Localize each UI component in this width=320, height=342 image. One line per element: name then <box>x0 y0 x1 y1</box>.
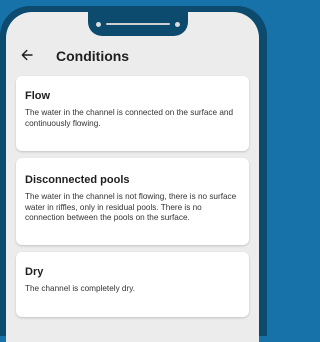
app-bar: Conditions <box>6 40 259 76</box>
condition-description: The water in the channel is connected on… <box>25 108 234 128</box>
condition-card-flow[interactable]: Flow The water in the channel is connect… <box>16 76 249 151</box>
arrow-left-icon <box>21 48 33 66</box>
condition-title: Dry <box>25 266 44 278</box>
page-title: Conditions <box>56 48 130 64</box>
speaker-grille <box>106 23 170 25</box>
condition-card-dry[interactable]: Dry The channel is completely dry. <box>16 252 249 317</box>
condition-title: Flow <box>25 90 51 102</box>
condition-card-disconnected-pools[interactable]: Disconnected pools The water in the chan… <box>16 158 249 245</box>
back-button[interactable] <box>16 46 38 68</box>
conditions-list: Flow The water in the channel is connect… <box>16 76 249 324</box>
condition-title: Disconnected pools <box>25 174 130 186</box>
phone-notch <box>88 12 188 36</box>
phone-frame: Conditions Flow The water in the channel… <box>0 6 267 342</box>
phone-screen: Conditions Flow The water in the channel… <box>6 12 259 342</box>
condition-description: The channel is completely dry. <box>25 284 135 293</box>
camera-dot <box>96 22 101 27</box>
sensor-dot <box>175 22 180 27</box>
condition-description: The water in the channel is not flowing,… <box>25 192 237 223</box>
